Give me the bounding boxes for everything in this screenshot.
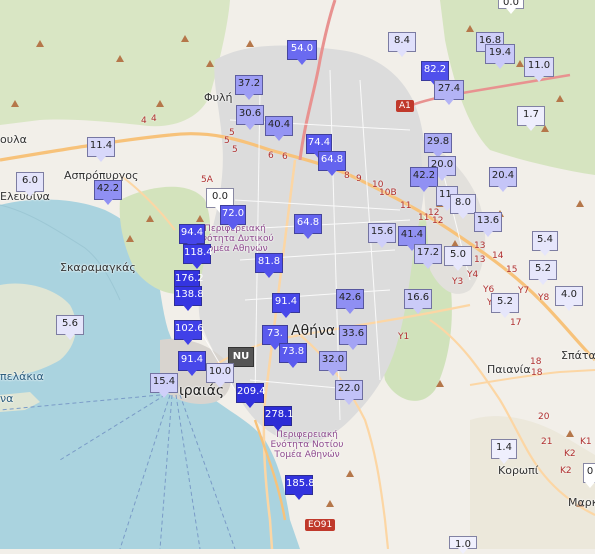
road-label: Y3	[452, 277, 464, 287]
road-label: 21	[541, 437, 553, 447]
station-marker[interactable]: 73.8	[279, 343, 307, 368]
road-label: 12	[432, 216, 444, 226]
road-label: 15	[506, 265, 518, 275]
road-label: Y7	[518, 286, 530, 296]
station-marker[interactable]: 11.4	[87, 137, 115, 162]
road-label: 11	[400, 201, 412, 211]
place-markopoulo: Μαρκ	[568, 496, 595, 509]
station-marker[interactable]: 64.8	[318, 151, 346, 176]
station-marker[interactable]: 42.2	[410, 167, 438, 192]
station-marker[interactable]: 17.2	[414, 244, 442, 269]
road-label: 8	[344, 171, 350, 181]
station-marker[interactable]: 138.8	[174, 286, 204, 311]
road-label: 14	[492, 251, 504, 261]
station-marker[interactable]: 41.4	[398, 226, 426, 251]
station-marker[interactable]: 19.4	[485, 44, 515, 69]
place-paiania: Παιανία	[487, 363, 531, 376]
road-label: 9	[356, 174, 362, 184]
map-canvas[interactable]: Φυλή Ασπρόπυργος Ελευσίνα ουλα Σκαραμαγκ…	[0, 0, 595, 554]
station-marker[interactable]: 33.6	[339, 325, 367, 350]
road-label: 18	[530, 357, 542, 367]
station-marker[interactable]: 40.4	[265, 116, 293, 141]
station-marker[interactable]: 5.4	[532, 231, 558, 256]
road-label: 5	[232, 145, 238, 155]
station-marker[interactable]: 209.4	[236, 383, 266, 408]
station-marker[interactable]: 94.4	[179, 224, 205, 249]
road-label: K2	[564, 449, 576, 459]
station-marker[interactable]: 16.6	[404, 289, 432, 314]
road-label: 5A	[201, 175, 213, 185]
road-label: 6	[268, 151, 274, 161]
station-marker[interactable]: 42.6	[336, 289, 364, 314]
place-skaramangas: Σκαραμαγκάς	[60, 261, 136, 274]
station-marker[interactable]: 72.0	[220, 205, 246, 230]
place-magoula: ουλα	[0, 133, 27, 146]
road-label: 17	[510, 318, 522, 328]
place-fyli: Φυλή	[204, 91, 233, 104]
station-marker[interactable]: 5.0	[444, 246, 472, 271]
road-label: 18	[531, 368, 543, 378]
station-marker[interactable]: 5.2	[529, 260, 557, 285]
station-marker[interactable]: 185.8	[285, 475, 315, 500]
station-marker[interactable]: 13.6	[474, 212, 502, 237]
station-marker[interactable]: 8.0	[450, 194, 476, 219]
station-marker[interactable]: 91.4	[178, 351, 206, 376]
station-marker[interactable]: 37.2	[235, 75, 263, 100]
station-marker[interactable]: 1.4	[491, 439, 517, 464]
road-label: 4	[141, 116, 147, 126]
station-marker[interactable]: 5.6	[56, 315, 84, 340]
station-marker[interactable]: 0.0	[498, 0, 524, 14]
station-marker[interactable]: 102.6	[174, 320, 204, 345]
place-athina: Αθήνα	[291, 323, 336, 339]
road-label: Y1	[398, 332, 410, 342]
road-label: 4	[151, 114, 157, 124]
station-marker[interactable]: 29.8	[424, 133, 452, 158]
station-marker[interactable]: 8.4	[388, 32, 416, 57]
road-label: 20	[538, 412, 550, 422]
station-marker[interactable]: 11.0	[524, 57, 554, 82]
station-marker[interactable]: 118.4	[183, 244, 213, 269]
station-marker[interactable]: 278.1	[264, 406, 294, 431]
road-label: 10B	[379, 188, 397, 198]
station-marker[interactable]: 64.8	[294, 214, 322, 239]
station-marker[interactable]: 4.0	[555, 286, 583, 311]
station-marker[interactable]: 20.4	[489, 167, 517, 192]
road-label: 6	[282, 152, 288, 162]
hills-parnitha	[0, 0, 230, 127]
station-marker[interactable]: 54.0	[287, 40, 317, 65]
station-marker[interactable]: 42.2	[94, 180, 122, 205]
place-sea-a: να	[0, 392, 14, 405]
station-marker[interactable]: 5.2	[491, 293, 519, 318]
road-label: K2	[560, 466, 572, 476]
station-marker[interactable]: 81.8	[255, 253, 283, 278]
place-koropi: Κορωπί	[498, 464, 539, 477]
road-label: Y4	[467, 270, 479, 280]
road-shield-eo91: EO91	[305, 519, 336, 531]
place-elakia: πελάκια	[0, 370, 44, 383]
station-marker[interactable]: 15.6	[368, 223, 396, 248]
road-label: 5	[224, 136, 230, 146]
road-label: 13	[474, 255, 486, 265]
admin-south-label: Περιφερειακή Ενότητα Νοτίου Τομέα Αθηνών	[270, 430, 344, 460]
station-marker[interactable]: 82.2	[421, 61, 449, 86]
station-marker[interactable]: 0	[583, 463, 595, 488]
road-label: Y8	[538, 293, 550, 303]
station-marker[interactable]: 30.6	[236, 105, 264, 130]
road-label: 13	[474, 241, 486, 251]
road-shield-a1: A1	[396, 100, 414, 112]
place-spata: Σπάτα	[561, 349, 595, 362]
station-marker[interactable]: 22.0	[335, 380, 363, 405]
road-label: K1	[580, 437, 592, 447]
station-marker[interactable]: 6.0	[16, 172, 44, 197]
station-marker[interactable]: 27.4	[434, 80, 464, 105]
station-marker[interactable]: 91.4	[272, 293, 300, 318]
station-marker[interactable]: 10.0	[206, 363, 234, 388]
station-marker[interactable]: 32.0	[319, 351, 347, 376]
station-marker[interactable]: 1.0	[449, 536, 477, 554]
station-marker[interactable]: 73.	[262, 325, 288, 350]
station-marker[interactable]: 15.4	[150, 373, 178, 398]
station-marker[interactable]: 1.7	[517, 106, 545, 131]
